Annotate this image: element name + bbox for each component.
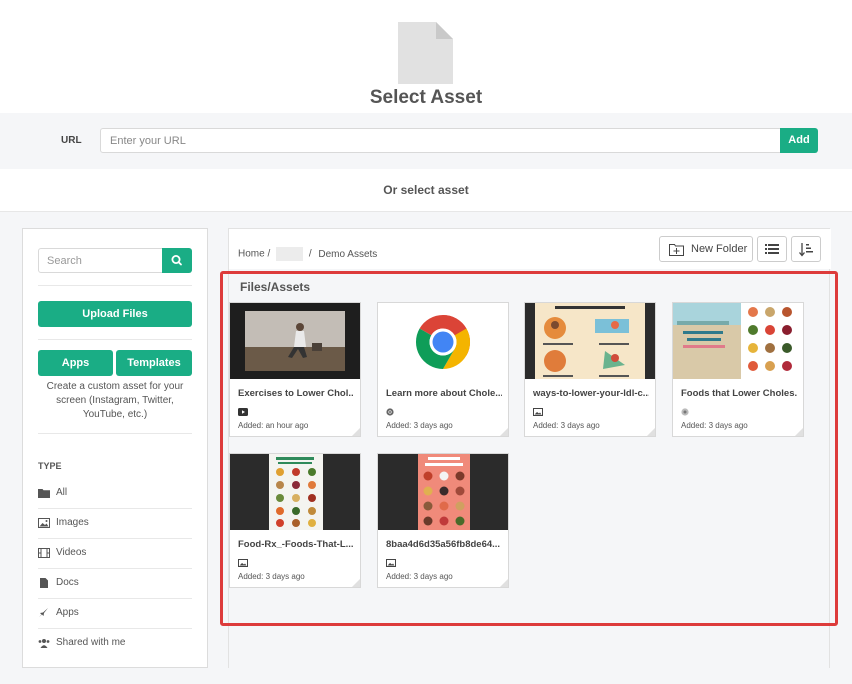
card-corner — [500, 428, 508, 436]
search-icon — [171, 255, 182, 266]
asset-thumbnail-infographic — [525, 303, 655, 379]
type-label: Docs — [56, 577, 79, 588]
type-filter-images[interactable]: Images — [38, 508, 192, 538]
apps-button[interactable]: Apps — [38, 350, 113, 376]
asset-card[interactable]: Foods that Lower Choles... Added: 3 days… — [672, 302, 804, 437]
type-label: Images — [56, 517, 89, 528]
asset-card[interactable]: ways-to-lower-your-ldl-c... Added: 3 day… — [524, 302, 656, 437]
file-icon — [398, 22, 453, 84]
asset-title: Exercises to Lower Chol... — [238, 388, 354, 399]
sidebar: Search Upload Files Apps Templates Creat… — [22, 228, 208, 668]
youtube-icon — [238, 408, 248, 416]
type-label: All — [56, 487, 68, 498]
film-icon — [38, 548, 50, 558]
card-corner — [500, 579, 508, 587]
asset-thumbnail-foods — [673, 303, 803, 379]
type-heading: TYPE — [38, 461, 62, 471]
section-title: Files/Assets — [240, 280, 311, 294]
add-url-button[interactable]: Add — [780, 128, 818, 153]
new-folder-label: New Folder — [691, 243, 748, 255]
asset-title: Food-Rx_-Foods-That-L... — [238, 539, 354, 550]
asset-card[interactable]: Learn more about Chole... Added: 3 days … — [377, 302, 509, 437]
asset-date: Added: 3 days ago — [681, 421, 748, 430]
or-select-asset: Or select asset — [0, 169, 852, 212]
sort-icon — [799, 243, 813, 257]
type-filter-docs[interactable]: Docs — [38, 568, 192, 598]
asset-date: Added: 3 days ago — [533, 421, 600, 430]
breadcrumb-separator: / — [308, 248, 312, 260]
image-icon — [386, 559, 396, 567]
divider — [38, 433, 192, 434]
breadcrumb-separator: / — [267, 248, 271, 260]
rocket-icon — [39, 608, 48, 617]
card-corner — [647, 428, 655, 436]
new-folder-button[interactable]: New Folder — [659, 236, 753, 262]
list-view-button[interactable] — [757, 236, 787, 262]
asset-title: ways-to-lower-your-ldl-c... — [533, 388, 649, 399]
type-label: Apps — [56, 607, 79, 618]
url-input[interactable]: Enter your URL — [100, 128, 781, 153]
type-filter-videos[interactable]: Videos — [38, 538, 192, 568]
image-icon — [533, 408, 543, 416]
type-filter-all[interactable]: All — [38, 478, 192, 508]
image-icon — [238, 559, 248, 567]
type-filter-apps[interactable]: Apps — [38, 598, 192, 628]
divider — [38, 339, 192, 340]
custom-asset-hint: Create a custom asset for your screen (I… — [46, 381, 184, 420]
sort-button[interactable] — [791, 236, 821, 262]
document-icon — [40, 578, 48, 588]
breadcrumb-hidden-item[interactable] — [276, 247, 304, 261]
search-input[interactable]: Search — [38, 248, 163, 273]
image-icon — [38, 518, 50, 528]
asset-date: Added: an hour ago — [238, 421, 309, 430]
asset-thumbnail-video — [230, 303, 360, 379]
divider — [38, 285, 192, 286]
asset-card[interactable]: Food-Rx_-Foods-That-L... Added: 3 days a… — [229, 453, 361, 588]
app-icon — [681, 408, 689, 416]
url-label: URL — [61, 135, 82, 146]
breadcrumb: Home / / Demo Assets — [238, 247, 377, 261]
asset-date: Added: 3 days ago — [238, 572, 305, 581]
page-title: Select Asset — [369, 87, 483, 108]
chrome-icon — [386, 408, 394, 416]
asset-title: Learn more about Chole... — [386, 388, 502, 399]
url-bar: URL Enter your URL Add — [0, 113, 852, 169]
templates-button[interactable]: Templates — [116, 350, 192, 376]
asset-card[interactable]: 8baa4d6d35a56fb8de64... Added: 3 days ag… — [377, 453, 509, 588]
card-corner — [352, 428, 360, 436]
card-corner — [795, 428, 803, 436]
header: Select Asset — [0, 0, 852, 113]
upload-files-button[interactable]: Upload Files — [38, 301, 192, 327]
type-label: Shared with me — [56, 637, 126, 648]
type-label: Videos — [56, 547, 87, 558]
asset-title: Foods that Lower Choles... — [681, 388, 797, 399]
folder-plus-icon — [669, 244, 684, 256]
asset-date: Added: 3 days ago — [386, 572, 453, 581]
users-icon — [38, 639, 50, 648]
asset-thumbnail-chrome — [378, 303, 508, 379]
asset-thumbnail-poster — [230, 454, 360, 530]
search-button[interactable] — [162, 248, 192, 273]
type-filter-shared[interactable]: Shared with me — [38, 628, 192, 658]
folder-icon — [38, 489, 50, 498]
asset-thumbnail-poster-red — [378, 454, 508, 530]
card-corner — [352, 579, 360, 587]
assets-toolbar: Home / / Demo Assets New Folder — [229, 229, 831, 269]
breadcrumb-current: Demo Assets — [318, 248, 378, 260]
asset-date: Added: 3 days ago — [386, 421, 453, 430]
breadcrumb-home[interactable]: Home — [238, 249, 265, 260]
list-icon — [765, 244, 779, 254]
asset-card[interactable]: Exercises to Lower Chol... Added: an hou… — [229, 302, 361, 437]
asset-title: 8baa4d6d35a56fb8de64... — [386, 539, 501, 550]
